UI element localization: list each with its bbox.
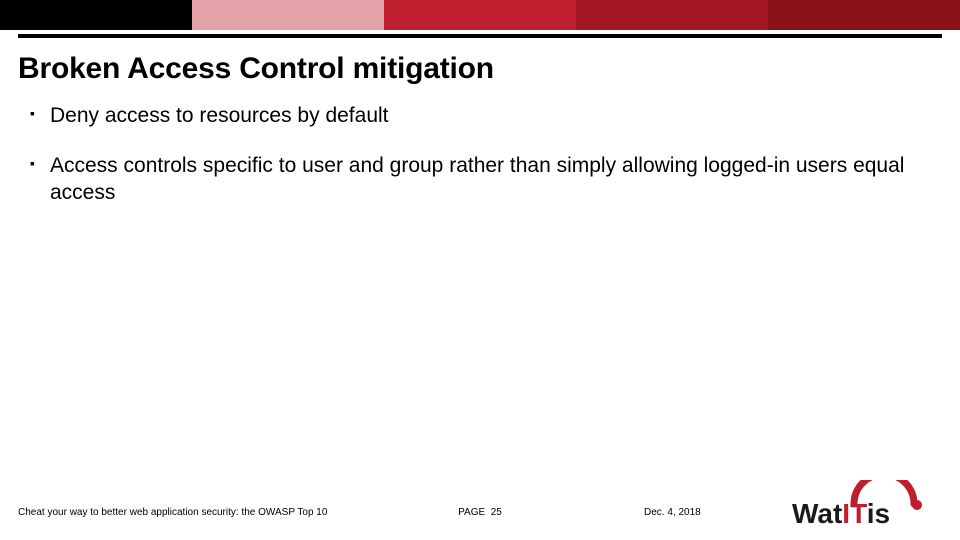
- list-item: Access controls specific to user and gro…: [30, 152, 930, 207]
- logo-dot-icon: [912, 500, 922, 510]
- watitis-logo: WatITis: [792, 480, 942, 530]
- topbar-segment: [768, 0, 960, 30]
- page-label: PAGE: [458, 507, 485, 518]
- footer-page: PAGE 25: [458, 507, 502, 518]
- topbar-segment: [192, 0, 384, 30]
- footer-description: Cheat your way to better web application…: [18, 507, 327, 518]
- logo-text-bold: IT: [842, 498, 867, 529]
- topbar-segment: [0, 0, 192, 30]
- bullet-list: Deny access to resources by default Acce…: [30, 102, 930, 207]
- slide-title: Broken Access Control mitigation: [0, 38, 960, 96]
- list-item: Deny access to resources by default: [30, 102, 930, 130]
- top-color-bar: [0, 0, 960, 30]
- topbar-segment: [384, 0, 576, 30]
- slide: Broken Access Control mitigation Deny ac…: [0, 0, 960, 540]
- footer-date: Dec. 4, 2018: [644, 507, 701, 518]
- logo-text-pre: Wat: [792, 498, 842, 529]
- logo-text: WatITis: [792, 498, 890, 529]
- topbar-segment: [576, 0, 768, 30]
- slide-body: Deny access to resources by default Acce…: [0, 96, 960, 540]
- logo-text-post: is: [867, 498, 890, 529]
- page-number: 25: [491, 507, 502, 518]
- footer: Cheat your way to better web application…: [0, 480, 960, 540]
